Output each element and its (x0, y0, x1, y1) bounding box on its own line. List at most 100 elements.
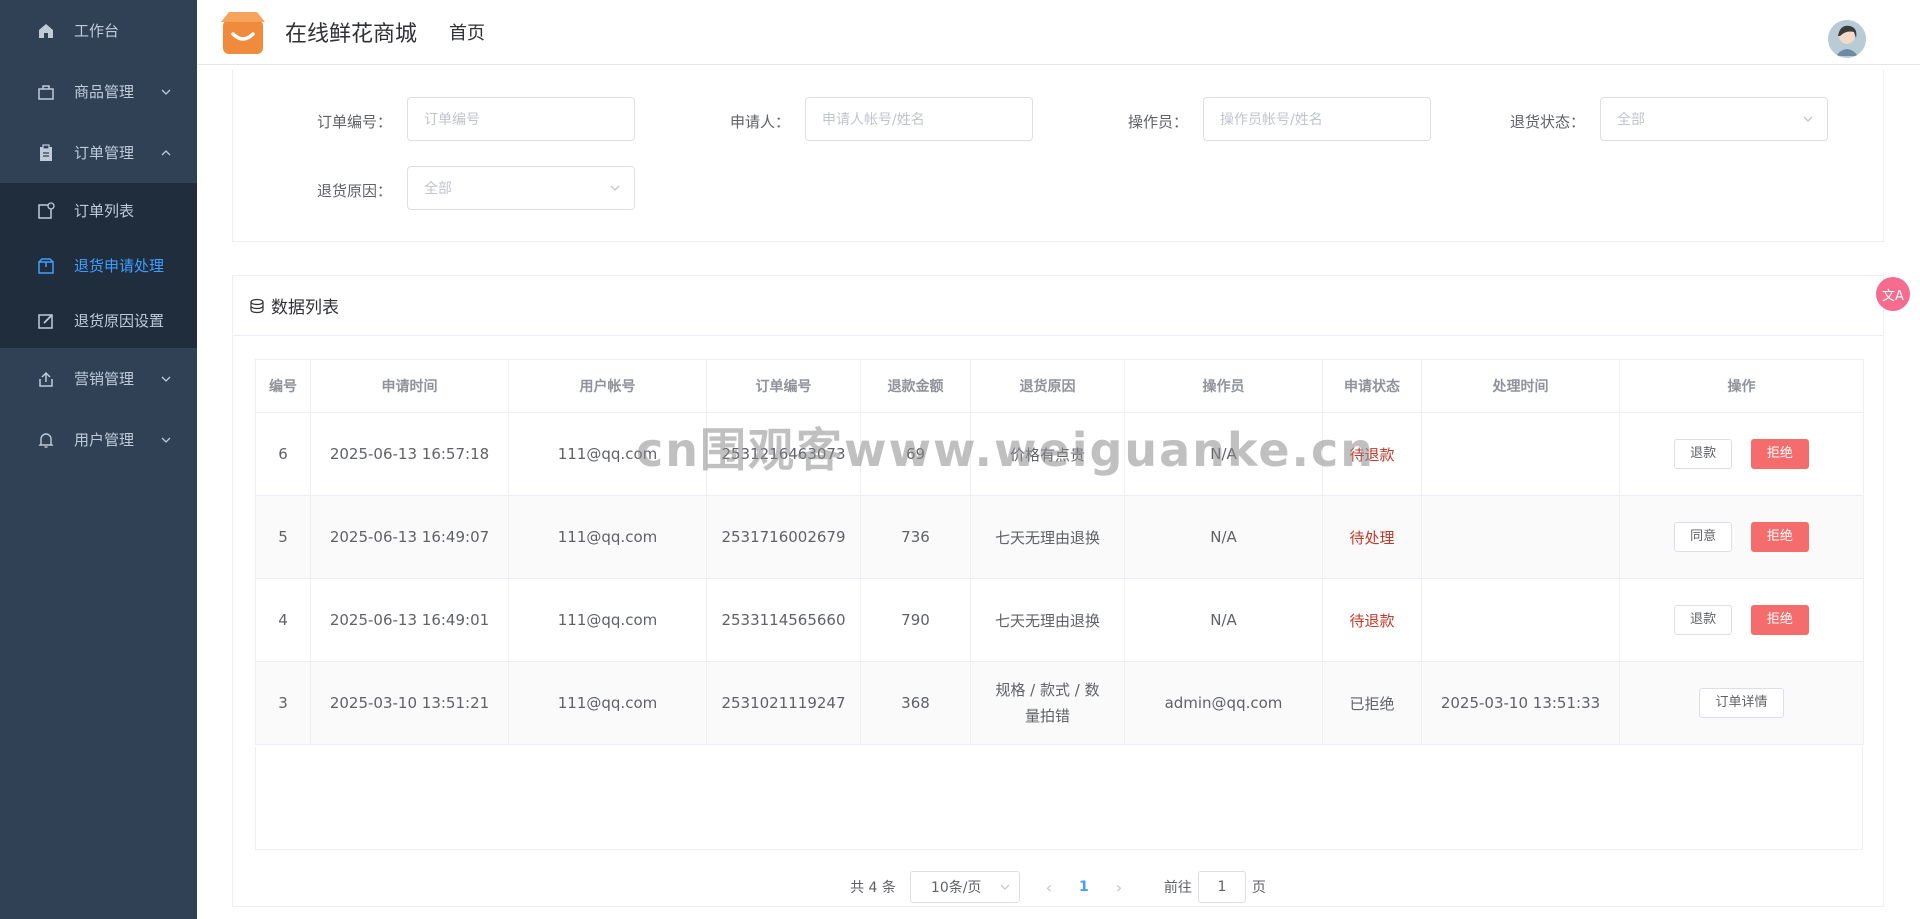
refund-button[interactable]: 退款 (1674, 605, 1733, 635)
chevron-down-icon (161, 376, 171, 382)
status-select[interactable]: 全部 (1600, 97, 1828, 141)
cell-user: 111@qq.com (508, 578, 707, 662)
avatar[interactable] (1828, 20, 1866, 58)
cell-handled: 2025-03-10 13:51:33 (1421, 661, 1620, 745)
shop-logo (221, 12, 265, 54)
data-list-panel: 数据列表 编号 申请时间 用户帐号 订单编号 退款金额 退货原因 操作员 申请状… (232, 275, 1884, 907)
box-icon (36, 256, 56, 276)
applicant-input[interactable]: 申请人帐号/姓名 (805, 97, 1033, 141)
upload-icon (36, 369, 56, 389)
reason-label: 退货原因： (316, 182, 392, 200)
sidebar-item-return-requests[interactable]: 退货申请处理 (0, 238, 197, 293)
sidebar-item-label: 订单列表 (74, 202, 135, 220)
bag-icon (36, 82, 56, 102)
bell-icon (36, 430, 56, 450)
operator-input[interactable]: 操作员帐号/姓名 (1203, 97, 1431, 141)
cell-status: 已拒绝 (1322, 661, 1422, 745)
cell-id: 4 (255, 578, 311, 662)
data-list-header: 数据列表 (233, 276, 1883, 336)
breadcrumb-home[interactable]: 首页 (449, 19, 485, 45)
main-content: 订单编号： 订单编号 申请人： 申请人帐号/姓名 操作员： 操作员帐号/姓名 退… (197, 65, 1920, 919)
goto-page-input[interactable]: 1 (1197, 871, 1246, 903)
column-header: 退货原因 (970, 359, 1125, 413)
cell-operator: N/A (1124, 412, 1323, 496)
sidebar-item-products[interactable]: 商品管理 (0, 61, 197, 122)
order-no-input[interactable]: 订单编号 (407, 97, 635, 141)
table-empty-area (255, 747, 1863, 850)
cell-actions: 退款 拒绝 (1619, 578, 1864, 662)
cell-reason: 价格有点贵 (970, 412, 1125, 496)
applicant-placeholder: 申请人帐号/姓名 (822, 112, 925, 128)
database-icon (250, 298, 264, 313)
column-header: 编号 (255, 359, 311, 413)
cell-id: 6 (255, 412, 311, 496)
column-header: 申请状态 (1322, 359, 1422, 413)
cell-handled (1421, 578, 1620, 662)
cell-user: 111@qq.com (508, 495, 707, 579)
reason-select[interactable]: 全部 (407, 166, 635, 210)
cell-actions: 同意 拒绝 (1619, 495, 1864, 579)
sidebar-item-label: 商品管理 (74, 83, 135, 101)
data-list-title: 数据列表 (271, 298, 339, 318)
sidebar-item-return-reasons[interactable]: 退货原因设置 (0, 293, 197, 348)
status-value: 全部 (1617, 112, 1645, 128)
chevron-down-icon (610, 185, 620, 191)
prev-page-button[interactable]: ‹ (1034, 878, 1064, 897)
status-label: 退货状态： (1509, 113, 1585, 131)
app-title: 在线鲜花商城 (285, 22, 418, 47)
page-size-select[interactable]: 10条/页 (909, 871, 1020, 903)
sidebar-item-marketing[interactable]: 营销管理 (0, 348, 197, 409)
cell-actions: 订单详情 (1619, 661, 1864, 745)
cell-id: 5 (255, 495, 311, 579)
table-row: 5 2025-06-13 16:49:07 111@qq.com 2531716… (255, 495, 1864, 579)
current-page[interactable]: 1 (1064, 879, 1104, 895)
cell-actions: 退款 拒绝 (1619, 412, 1864, 496)
translate-button[interactable]: 文A (1876, 277, 1910, 311)
goto-label: 前往 (1163, 880, 1192, 896)
filter-panel: 订单编号： 订单编号 申请人： 申请人帐号/姓名 操作员： 操作员帐号/姓名 退… (232, 70, 1884, 242)
home-icon (36, 21, 56, 41)
operator-label: 操作员： (1127, 113, 1188, 131)
cell-id: 3 (255, 661, 311, 745)
cell-status: 待退款 (1322, 578, 1422, 662)
table-header-row: 编号 申请时间 用户帐号 订单编号 退款金额 退货原因 操作员 申请状态 处理时… (255, 359, 1864, 413)
table-row: 6 2025-06-13 16:57:18 111@qq.com 2531216… (255, 412, 1864, 496)
cell-status: 待处理 (1322, 495, 1422, 579)
cell-order: 2531216463073 (706, 412, 861, 496)
cell-operator: N/A (1124, 578, 1323, 662)
sidebar-item-label: 营销管理 (74, 370, 135, 388)
goto-unit: 页 (1251, 880, 1266, 896)
clipboard-icon (36, 143, 56, 163)
table-row: 3 2025-03-10 13:51:21 111@qq.com 2531021… (255, 661, 1864, 745)
edit-icon (36, 311, 56, 331)
sidebar-item-orders[interactable]: 订单管理 (0, 122, 197, 183)
cell-amount: 736 (860, 495, 971, 579)
sidebar-item-label: 退货原因设置 (74, 312, 165, 330)
order-no-placeholder: 订单编号 (424, 112, 480, 128)
list-icon (36, 201, 56, 221)
sidebar-item-dashboard[interactable]: 工作台 (0, 0, 197, 61)
column-header: 处理时间 (1421, 359, 1620, 413)
cell-reason: 七天无理由退换 (970, 495, 1125, 579)
reject-button[interactable]: 拒绝 (1750, 605, 1809, 635)
next-page-button[interactable]: › (1104, 878, 1134, 897)
order-no-label: 订单编号： (316, 113, 392, 131)
chevron-down-icon (161, 89, 171, 95)
reject-button[interactable]: 拒绝 (1750, 522, 1809, 552)
goto-page-value: 1 (1217, 879, 1227, 895)
column-header: 订单编号 (706, 359, 861, 413)
operator-placeholder: 操作员帐号/姓名 (1220, 112, 1323, 128)
sidebar-item-users[interactable]: 用户管理 (0, 409, 197, 470)
column-header: 申请时间 (310, 359, 509, 413)
chevron-down-icon (1000, 884, 1010, 890)
order-detail-button[interactable]: 订单详情 (1699, 688, 1784, 718)
reject-button[interactable]: 拒绝 (1750, 439, 1809, 469)
sidebar-item-order-list[interactable]: 订单列表 (0, 183, 197, 238)
cell-reason: 规格 / 款式 / 数量拍错 (970, 661, 1125, 745)
cell-handled (1421, 412, 1620, 496)
cell-order: 2533114565660 (706, 578, 861, 662)
approve-button[interactable]: 同意 (1674, 522, 1733, 552)
cell-operator: N/A (1124, 495, 1323, 579)
cell-amount: 790 (860, 578, 971, 662)
refund-button[interactable]: 退款 (1674, 439, 1733, 469)
